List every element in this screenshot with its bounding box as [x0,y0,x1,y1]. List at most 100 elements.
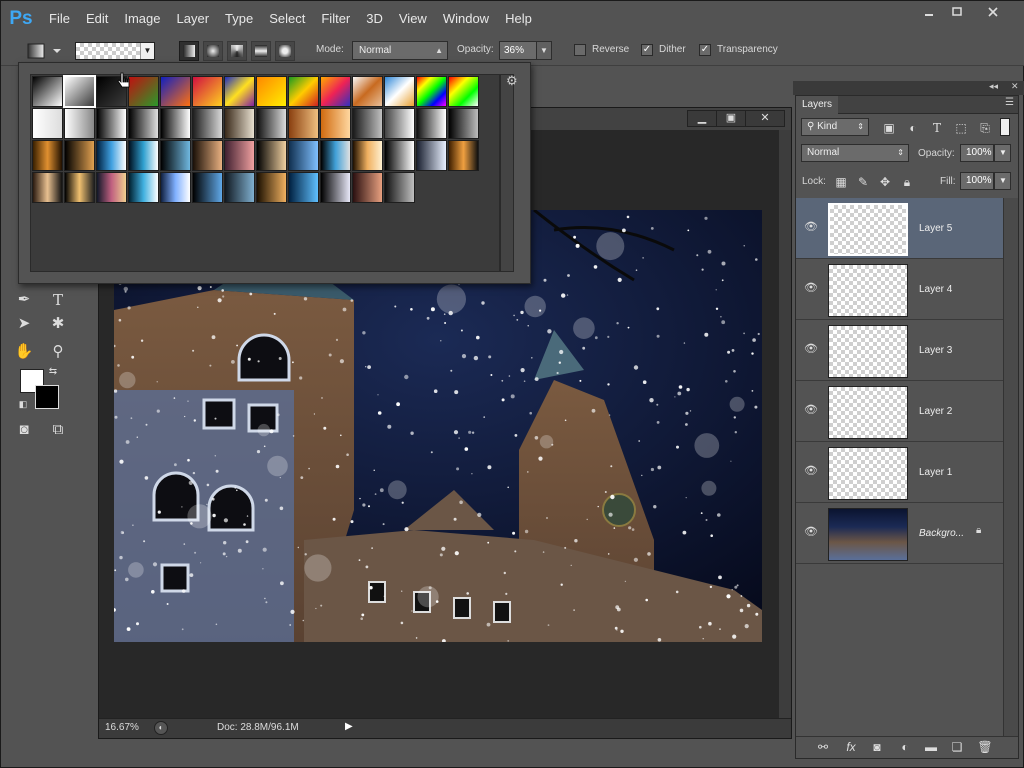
gradient-preview-swatch[interactable]: ▼ [75,42,155,60]
gradient-preset-swatch[interactable] [192,140,223,171]
menu-view[interactable]: View [391,1,435,36]
zoom-tool[interactable]: ⚲ [46,341,70,363]
gradient-preset-swatch[interactable] [320,108,351,139]
gradient-preset-swatch[interactable] [320,172,351,203]
gradient-preset-swatch[interactable] [256,140,287,171]
gradient-preset-swatch[interactable] [352,76,383,107]
dither-checkbox[interactable]: ✓ [641,44,653,56]
pen-tool[interactable]: ✒ [12,289,36,311]
minimize-button[interactable] [915,3,943,21]
gear-icon[interactable]: ⚙ [506,73,518,89]
gradient-preset-swatch[interactable] [64,108,95,139]
vertical-scrollbar[interactable] [779,130,791,718]
gradient-preset-swatch[interactable] [384,108,415,139]
menu-layer[interactable]: Layer [169,1,218,36]
visibility-eye-icon[interactable]: 👁︎ [804,220,818,234]
gradient-preset-swatch[interactable] [320,140,351,171]
screen-mode-button[interactable]: ⧉ [46,419,70,441]
gradient-preset-swatch[interactable] [128,140,159,171]
menu-help[interactable]: Help [497,1,540,36]
gradient-preset-swatch[interactable] [224,108,255,139]
chevron-down-icon[interactable]: ▼ [140,43,154,59]
menu-filter[interactable]: Filter [313,1,358,36]
zoom-level[interactable]: 16.67% [105,722,139,733]
gradient-preset-swatch[interactable] [288,108,319,139]
gradient-preset-swatch[interactable] [192,172,223,203]
blend-mode-select[interactable]: Normal ⇕ [801,144,909,162]
gradient-preset-swatch[interactable] [384,172,415,203]
menu-file[interactable]: File [41,1,78,36]
fill-dropdown[interactable]: ▼ [994,172,1011,190]
layer-row[interactable]: 👁︎ Layer 1 [796,442,1003,503]
menu-3d[interactable]: 3D [358,1,391,36]
type-tool[interactable]: T [46,289,70,311]
gradient-preset-swatch[interactable] [64,140,95,171]
play-arrow-icon[interactable]: ▶ [345,721,353,732]
gradient-preset-swatch[interactable] [352,172,383,203]
gradient-preset-swatch[interactable] [128,172,159,203]
add-mask-icon[interactable]: ◙ [868,740,886,756]
gradient-preset-swatch[interactable] [224,76,255,107]
collapse-panels-icon[interactable]: ◂◂ [989,81,998,92]
gradient-preset-swatch[interactable] [64,172,95,203]
link-layers-icon[interactable]: ⚯ [814,740,832,756]
layers-scrollbar[interactable] [1003,198,1018,736]
adjustment-filter-icon[interactable]: ◐ [904,120,922,136]
new-layer-icon[interactable]: ❏ [948,740,966,756]
visibility-eye-icon[interactable]: 👁︎ [804,342,818,356]
gradient-preset-swatch[interactable] [160,76,191,107]
gradient-preset-swatch[interactable] [352,140,383,171]
background-color-swatch[interactable] [35,385,59,409]
doc-maximize-button[interactable]: ▣ [716,110,746,127]
custom-shape-tool[interactable]: ✱ [46,313,70,335]
gradient-preset-swatch[interactable] [256,108,287,139]
gradient-preset-swatch[interactable] [96,140,127,171]
gradient-preset-swatch[interactable] [32,172,63,203]
smart-object-filter-icon[interactable]: ⎘ [976,120,994,136]
visibility-eye-icon[interactable]: 👁︎ [804,281,818,295]
layer-row[interactable]: 👁︎ Layer 3 [796,320,1003,381]
gradient-preset-swatch[interactable] [32,76,63,107]
gradient-preset-swatch[interactable] [352,108,383,139]
doc-minimize-button[interactable]: ▁ [687,110,717,127]
diamond-gradient-button[interactable] [275,41,295,61]
adjustment-layer-icon[interactable]: ◐ [896,740,914,756]
gradient-preset-swatch[interactable] [448,140,479,171]
radial-gradient-button[interactable] [203,41,223,61]
opacity-dropdown[interactable]: ▼ [536,41,552,60]
menu-image[interactable]: Image [116,1,168,36]
gradient-preset-swatch[interactable] [416,76,447,107]
gradient-preset-swatch[interactable] [288,172,319,203]
gradient-preset-swatch[interactable] [63,75,96,108]
gradient-preset-swatch[interactable] [96,108,127,139]
layer-opacity-input[interactable]: 100% [960,144,994,162]
gradient-preset-swatch[interactable] [448,76,479,107]
linear-gradient-button[interactable] [179,41,199,61]
doc-close-button[interactable]: ✕ [745,110,785,127]
gradient-preset-swatch[interactable] [416,108,447,139]
gradient-preset-swatch[interactable] [160,108,191,139]
trash-icon[interactable]: 🗑︎ [976,740,994,756]
gradient-preset-swatch[interactable] [256,76,287,107]
quick-mask-button[interactable]: ◙ [12,419,36,441]
menu-edit[interactable]: Edit [78,1,116,36]
gradient-preset-swatch[interactable] [32,140,63,171]
layer-row[interactable]: 👁︎ Layer 4 [796,259,1003,320]
reverse-checkbox[interactable] [574,44,586,56]
panel-menu-icon[interactable]: ☰ [1005,97,1014,108]
swap-colors-button[interactable]: ⇆ [46,365,60,379]
filter-toggle[interactable] [1000,118,1010,136]
gradient-preset-swatch[interactable] [384,76,415,107]
gradient-preset-swatch[interactable] [416,140,447,171]
menu-type[interactable]: Type [217,1,261,36]
fill-input[interactable]: 100% [960,172,994,190]
path-selection-tool[interactable]: ➤ [12,313,36,335]
lock-position-icon[interactable]: ✥ [876,174,894,190]
gradient-picker-scrollbar[interactable] [500,74,514,272]
visibility-eye-icon[interactable]: 👁︎ [804,464,818,478]
filter-kind-select[interactable]: ⚲ Kind ⇕ [801,118,869,136]
lock-all-icon[interactable]: 🔒︎ [898,174,916,190]
visibility-eye-icon[interactable]: 👁︎ [804,525,818,539]
layer-row[interactable]: 👁︎ Layer 5 [796,198,1003,259]
gradient-preset-swatch[interactable] [160,140,191,171]
